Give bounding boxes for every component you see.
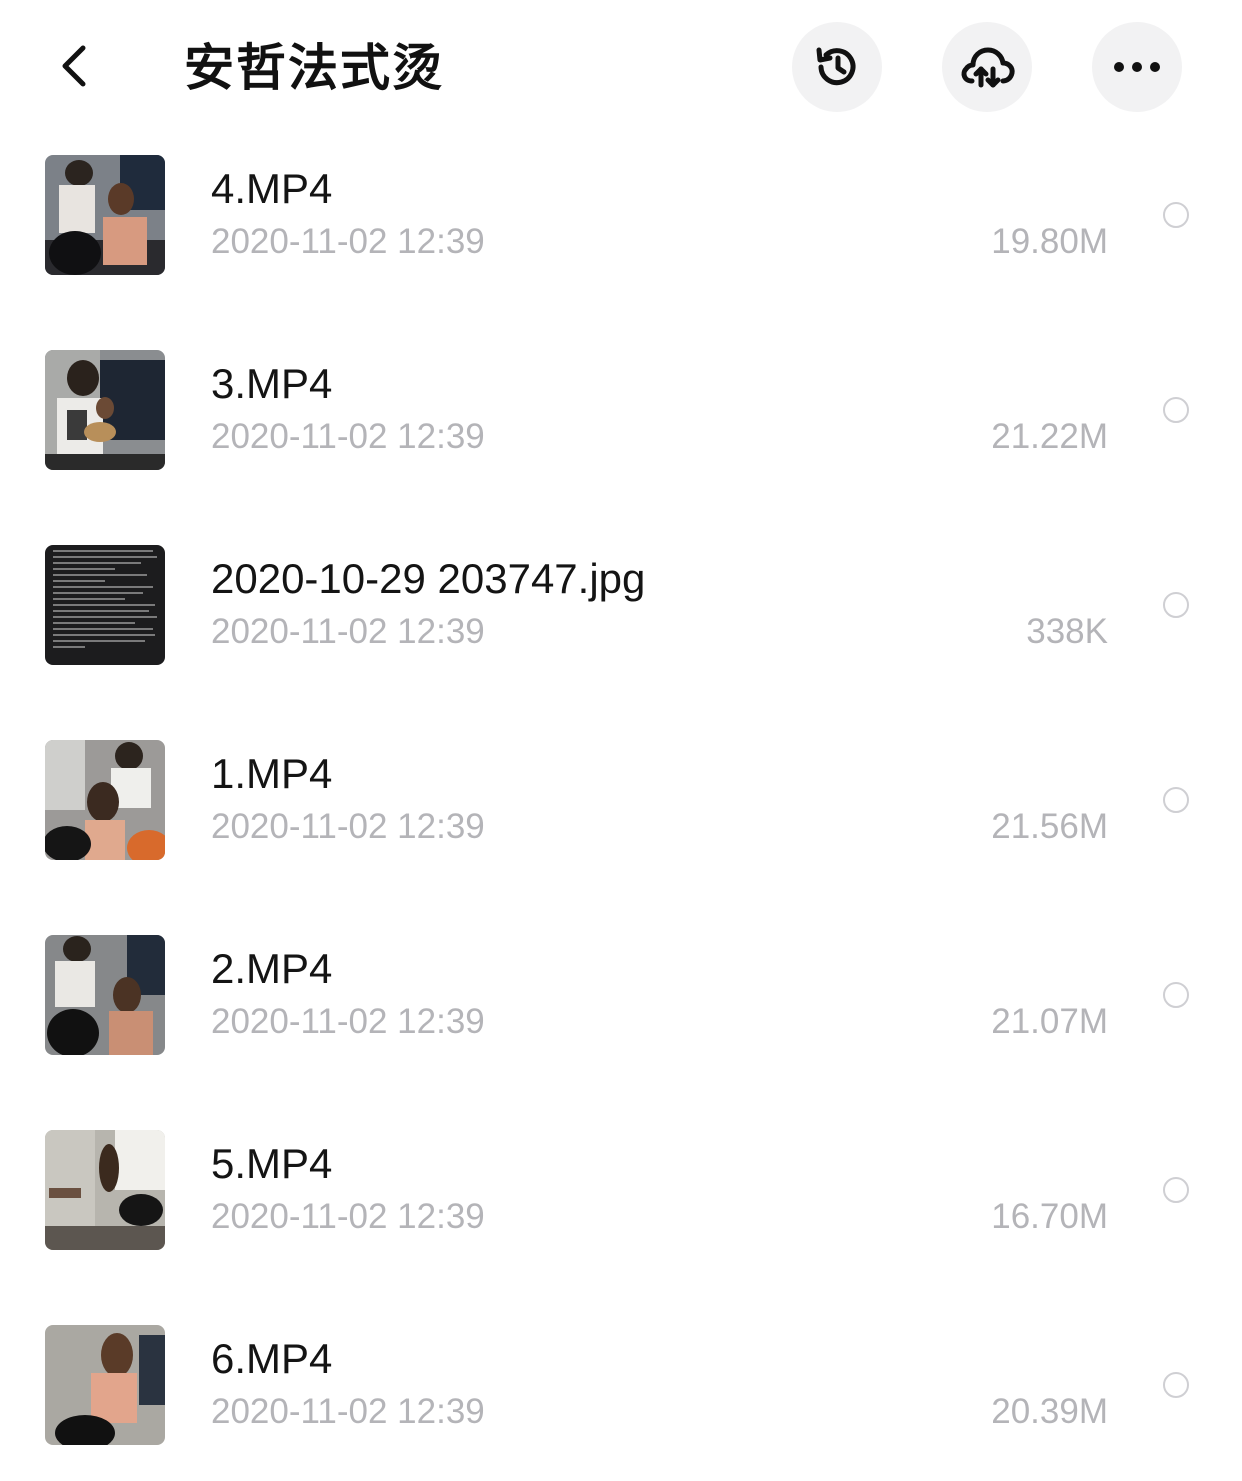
file-name: 6.MP4 xyxy=(211,1335,333,1382)
file-date: 2020-11-02 12:39 xyxy=(211,417,485,456)
select-radio[interactable] xyxy=(1163,1177,1189,1203)
select-radio[interactable] xyxy=(1163,787,1189,813)
video-thumbnail xyxy=(45,935,165,1055)
back-button[interactable] xyxy=(48,40,100,92)
file-size: 19.80M xyxy=(991,222,1108,261)
file-name: 2.MP4 xyxy=(211,945,333,992)
cloud-upload-icon xyxy=(961,47,1015,88)
file-name: 3.MP4 xyxy=(211,360,333,407)
more-button[interactable] xyxy=(1092,22,1182,112)
file-name: 5.MP4 xyxy=(211,1140,333,1187)
file-size: 338K xyxy=(1026,612,1108,651)
more-horizontal-icon xyxy=(1114,62,1160,72)
file-name: 2020-10-29 203747.jpg xyxy=(211,555,646,602)
file-name: 1.MP4 xyxy=(211,750,333,797)
list-item[interactable]: 1.MP4 2020-11-02 12:39 21.56M xyxy=(0,735,1242,865)
video-thumbnail xyxy=(45,155,165,275)
image-thumbnail xyxy=(45,545,165,665)
file-size: 21.07M xyxy=(991,1002,1108,1041)
file-size: 21.22M xyxy=(991,417,1108,456)
history-button[interactable] xyxy=(792,22,882,112)
file-date: 2020-11-02 12:39 xyxy=(211,1197,485,1236)
file-size: 20.39M xyxy=(991,1392,1108,1431)
history-icon xyxy=(816,47,856,86)
file-date: 2020-11-02 12:39 xyxy=(211,222,485,261)
top-bar: 安哲法式烫 xyxy=(0,0,1242,135)
list-item[interactable]: 3.MP4 2020-11-02 12:39 21.22M xyxy=(0,345,1242,475)
video-thumbnail xyxy=(45,1130,165,1250)
video-thumbnail xyxy=(45,350,165,470)
file-date: 2020-11-02 12:39 xyxy=(211,1392,485,1431)
select-radio[interactable] xyxy=(1163,397,1189,423)
file-name: 4.MP4 xyxy=(211,165,333,212)
file-size: 16.70M xyxy=(991,1197,1108,1236)
chevron-left-icon xyxy=(62,45,86,87)
file-size: 21.56M xyxy=(991,807,1108,846)
file-date: 2020-11-02 12:39 xyxy=(211,1002,485,1041)
list-item[interactable]: 2020-10-29 203747.jpg 2020-11-02 12:39 3… xyxy=(0,540,1242,670)
list-item[interactable]: 2.MP4 2020-11-02 12:39 21.07M xyxy=(0,930,1242,1060)
select-radio[interactable] xyxy=(1163,592,1189,618)
cloud-upload-button[interactable] xyxy=(942,22,1032,112)
select-radio[interactable] xyxy=(1163,1372,1189,1398)
list-item[interactable]: 5.MP4 2020-11-02 12:39 16.70M xyxy=(0,1125,1242,1255)
page-title: 安哲法式烫 xyxy=(184,39,444,97)
list-item[interactable]: 4.MP4 2020-11-02 12:39 19.80M xyxy=(0,150,1242,280)
file-date: 2020-11-02 12:39 xyxy=(211,612,485,651)
video-thumbnail xyxy=(45,1325,165,1445)
list-item[interactable]: 6.MP4 2020-11-02 12:39 20.39M xyxy=(0,1320,1242,1450)
select-radio[interactable] xyxy=(1163,202,1189,228)
file-date: 2020-11-02 12:39 xyxy=(211,807,485,846)
video-thumbnail xyxy=(45,740,165,860)
select-radio[interactable] xyxy=(1163,982,1189,1008)
